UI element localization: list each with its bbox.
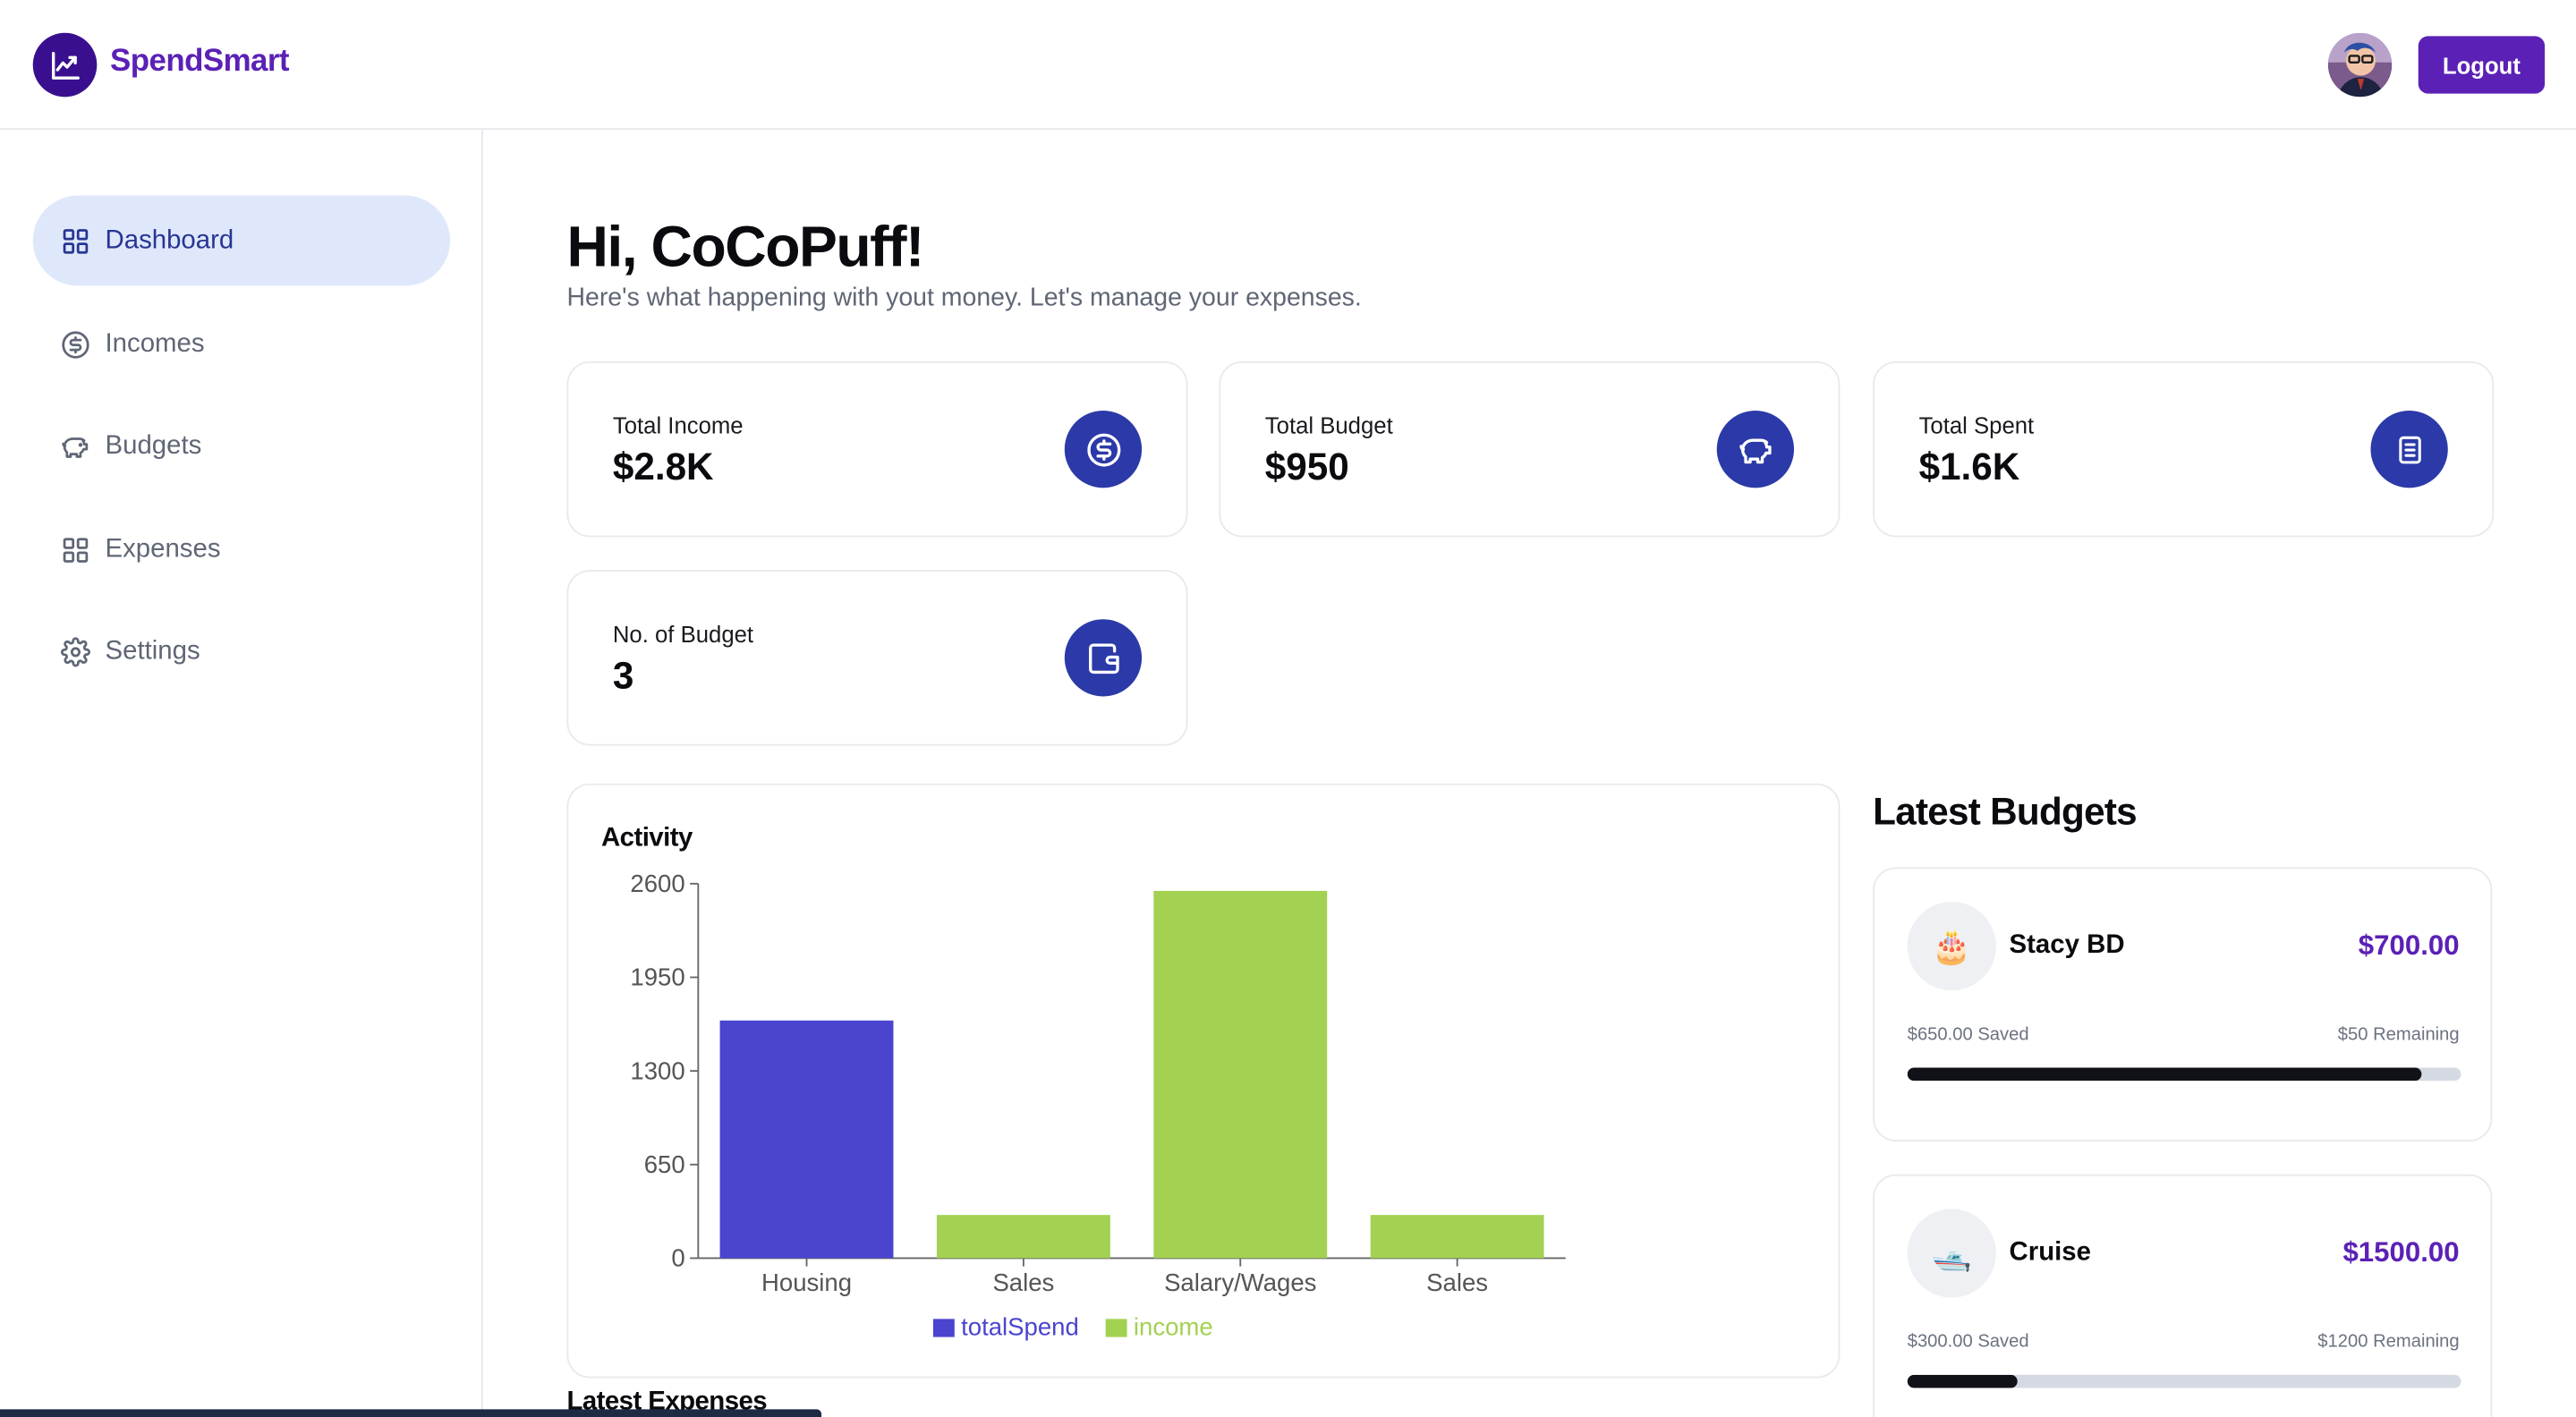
sidebar-item-expenses[interactable]: Expenses — [33, 505, 450, 595]
y-tick-label: 650 — [644, 1150, 685, 1178]
budget-card-stacy-bd[interactable]: 🎂 Stacy BD $700.00 $650.00 Saved $50 Rem… — [1873, 867, 2493, 1142]
x-tick-label: Housing — [761, 1269, 852, 1296]
stat-label: Total Income — [612, 412, 744, 439]
app-name[interactable]: SpendSmart — [110, 45, 290, 81]
budget-saved: $650.00 Saved — [1907, 1024, 2029, 1045]
sidebar-item-label: Incomes — [105, 329, 205, 358]
x-tick-label: Sales — [1426, 1269, 1488, 1296]
stat-label: Total Budget — [1264, 412, 1393, 439]
stat-card-budget-count: No. of Budget 3 — [566, 570, 1188, 746]
sidebar-item-dashboard[interactable]: Dashboard — [32, 195, 451, 286]
activity-chart-card: Activity 0 650 1300 1950 2600 Housing Sales Sal… — [566, 783, 1841, 1379]
activity-bar-chart: 0 650 1300 1950 2600 Housing Sales Salary/Wages… — [630, 870, 1566, 1341]
top-header: SpendSmart Logout — [0, 0, 2576, 131]
page-title: Hi, CoCoPuff! — [566, 215, 924, 280]
sidebar: Dashboard Incomes Budgets Expenses Setti… — [0, 130, 483, 1417]
stat-value: 3 — [612, 653, 634, 697]
bar-income — [1153, 890, 1328, 1259]
budget-amount: $1500.00 — [2342, 1236, 2460, 1269]
stat-card-total-budget: Total Budget $950 — [1219, 361, 1841, 538]
stat-label: No. of Budget — [612, 621, 754, 648]
main-content: Hi, CoCoPuff! Here's what happening with… — [485, 130, 2576, 1417]
budget-emoji-icon: 🛥️ — [1907, 1209, 1996, 1298]
budget-saved: $300.00 Saved — [1907, 1332, 2029, 1353]
stat-value: $950 — [1264, 445, 1349, 488]
budget-progress-fill — [1907, 1374, 2019, 1388]
piggy-bank-icon — [62, 437, 89, 457]
app-root: SpendSmart Logout Dashboard Incomes Budg… — [0, 0, 2576, 1417]
dashboard-grid-icon — [63, 228, 89, 253]
sidebar-item-settings[interactable]: Settings — [33, 607, 450, 697]
bar-totalSpend — [719, 1020, 894, 1259]
y-tick-label: 1950 — [630, 963, 684, 991]
sidebar-item-label: Budgets — [105, 430, 202, 460]
bar-income — [936, 1215, 1110, 1259]
x-tick-label: Sales — [992, 1269, 1054, 1296]
legend-swatch-income — [1105, 1319, 1127, 1337]
budget-progress-track — [1907, 1374, 2461, 1388]
page-subtitle: Here's what happening with yout money. L… — [566, 284, 1362, 312]
budget-emoji-icon: 🎂 — [1907, 902, 1996, 991]
sidebar-item-label: Expenses — [105, 534, 221, 563]
gear-icon — [61, 636, 90, 666]
logout-button[interactable]: Logout — [2418, 36, 2546, 94]
bar-income — [1370, 1215, 1544, 1259]
stat-label: Total Spent — [1918, 412, 2035, 439]
legend-swatch-totalSpend — [932, 1319, 955, 1337]
sidebar-item-incomes[interactable]: Incomes — [33, 299, 450, 389]
budget-card-cruise[interactable]: 🛥️ Cruise $1500.00 $300.00 Saved $1200 R… — [1873, 1174, 2493, 1417]
dollar-circle-icon — [1064, 411, 1143, 488]
sidebar-item-budgets[interactable]: Budgets — [33, 401, 450, 491]
stat-value: $2.8K — [612, 445, 714, 488]
budget-name: Cruise — [2009, 1238, 2091, 1267]
logo-icon[interactable] — [32, 32, 98, 98]
wallet-icon — [1064, 619, 1143, 697]
legend-label-totalSpend: totalSpend — [961, 1313, 1079, 1341]
legend-label-income: income — [1134, 1313, 1213, 1341]
budget-remaining: $50 Remaining — [2337, 1024, 2460, 1045]
dollar-circle-icon — [62, 330, 89, 358]
stat-card-total-spent: Total Spent $1.6K — [1873, 361, 2495, 538]
budget-progress-fill — [1907, 1067, 2423, 1082]
sidebar-item-label: Settings — [105, 636, 200, 665]
sidebar-item-label: Dashboard — [105, 225, 234, 254]
stat-value: $1.6K — [1918, 445, 2020, 488]
user-avatar[interactable] — [2327, 32, 2393, 98]
budget-progress-track — [1907, 1067, 2461, 1082]
x-tick-label: Salary/Wages — [1164, 1269, 1316, 1296]
budget-amount: $700.00 — [2358, 929, 2460, 962]
piggy-bank-icon — [1716, 411, 1795, 488]
horizontal-scrollbar[interactable] — [0, 1409, 822, 1417]
stat-card-total-income: Total Income $2.8K — [566, 361, 1188, 538]
budget-name: Stacy BD — [2009, 931, 2125, 960]
receipt-icon — [2370, 411, 2448, 488]
grid-icon — [63, 537, 89, 562]
y-tick-label: 1300 — [630, 1056, 684, 1084]
y-tick-label: 0 — [671, 1244, 684, 1272]
latest-budgets-title: Latest Budgets — [1873, 790, 2138, 833]
y-tick-label: 2600 — [630, 870, 684, 897]
budget-remaining: $1200 Remaining — [2317, 1332, 2460, 1353]
